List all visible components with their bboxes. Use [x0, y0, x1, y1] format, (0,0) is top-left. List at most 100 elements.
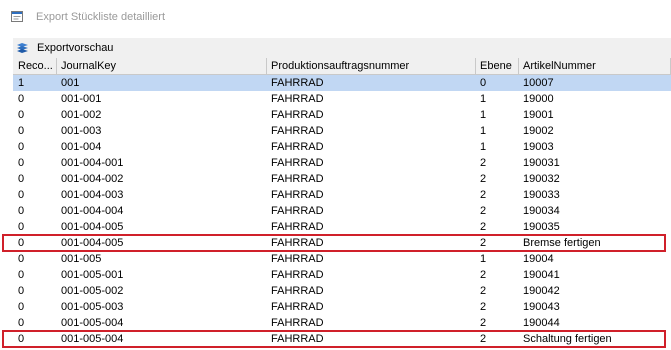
cell-artikelnummer[interactable]: 19001: [519, 107, 671, 123]
cell-artikelnummer[interactable]: 10007: [519, 75, 671, 91]
cell-auftrag[interactable]: FAHRRAD: [267, 123, 476, 139]
cell-reco[interactable]: 0: [13, 187, 57, 203]
table-row[interactable]: 0 001-005-004 FAHRRAD 2 190044: [13, 315, 671, 331]
cell-auftrag[interactable]: FAHRRAD: [267, 155, 476, 171]
cell-journalkey[interactable]: 001-004-001: [57, 155, 267, 171]
cell-ebene[interactable]: 2: [476, 155, 519, 171]
cell-ebene[interactable]: 2: [476, 219, 519, 235]
cell-ebene[interactable]: 1: [476, 251, 519, 267]
cell-journalkey[interactable]: 001-005-004: [57, 331, 267, 347]
table-row[interactable]: 0 001-004-001 FAHRRAD 2 190031: [13, 155, 671, 171]
table-row[interactable]: 0 001-004-002 FAHRRAD 2 190032: [13, 171, 671, 187]
cell-reco[interactable]: 0: [13, 251, 57, 267]
cell-artikelnummer[interactable]: 19000: [519, 91, 671, 107]
cell-ebene[interactable]: 2: [476, 203, 519, 219]
cell-artikelnummer[interactable]: Bremse fertigen: [519, 235, 671, 251]
cell-reco[interactable]: 0: [13, 315, 57, 331]
cell-reco[interactable]: 1: [13, 75, 57, 91]
cell-artikelnummer[interactable]: 19004: [519, 251, 671, 267]
cell-auftrag[interactable]: FAHRRAD: [267, 299, 476, 315]
cell-auftrag[interactable]: FAHRRAD: [267, 75, 476, 91]
table-row[interactable]: 0 001-003 FAHRRAD 1 19002: [13, 123, 671, 139]
cell-journalkey[interactable]: 001-001: [57, 91, 267, 107]
cell-auftrag[interactable]: FAHRRAD: [267, 171, 476, 187]
cell-auftrag[interactable]: FAHRRAD: [267, 251, 476, 267]
cell-journalkey[interactable]: 001-004-004: [57, 203, 267, 219]
cell-ebene[interactable]: 1: [476, 107, 519, 123]
cell-ebene[interactable]: 2: [476, 315, 519, 331]
cell-artikelnummer[interactable]: 190035: [519, 219, 671, 235]
cell-ebene[interactable]: 2: [476, 299, 519, 315]
cell-ebene[interactable]: 1: [476, 139, 519, 155]
table-row[interactable]: 0 001-004-005 FAHRRAD 2 190035: [13, 219, 671, 235]
column-header-artikelnummer[interactable]: ArtikelNummer: [519, 58, 671, 75]
table-row[interactable]: 0 001-005-001 FAHRRAD 2 190041: [13, 267, 671, 283]
data-grid[interactable]: Reco... JournalKey Produktionsauftragsnu…: [2, 58, 671, 348]
column-header-ebene[interactable]: Ebene: [476, 58, 519, 75]
cell-journalkey[interactable]: 001-004-003: [57, 187, 267, 203]
cell-artikelnummer[interactable]: 190032: [519, 171, 671, 187]
cell-artikelnummer[interactable]: 190031: [519, 155, 671, 171]
table-row[interactable]: 0 001-005-003 FAHRRAD 2 190043: [13, 299, 671, 315]
cell-artikelnummer[interactable]: 19002: [519, 123, 671, 139]
table-row[interactable]: 0 001-005-002 FAHRRAD 2 190042: [13, 283, 671, 299]
cell-reco[interactable]: 0: [13, 331, 57, 347]
cell-reco[interactable]: 0: [13, 299, 57, 315]
cell-journalkey[interactable]: 001-005-004: [57, 315, 267, 331]
cell-journalkey[interactable]: 001: [57, 75, 267, 91]
cell-auftrag[interactable]: FAHRRAD: [267, 139, 476, 155]
export-preview-icon[interactable]: [16, 42, 29, 54]
cell-artikelnummer[interactable]: Schaltung fertigen: [519, 331, 671, 347]
cell-artikelnummer[interactable]: 190044: [519, 315, 671, 331]
cell-reco[interactable]: 0: [13, 283, 57, 299]
table-row[interactable]: 0 001-005 FAHRRAD 1 19004: [13, 251, 671, 267]
cell-artikelnummer[interactable]: 190033: [519, 187, 671, 203]
cell-reco[interactable]: 0: [13, 139, 57, 155]
cell-ebene[interactable]: 1: [476, 123, 519, 139]
table-row[interactable]: 0 001-001 FAHRRAD 1 19000: [13, 91, 671, 107]
cell-reco[interactable]: 0: [13, 171, 57, 187]
cell-reco[interactable]: 0: [13, 203, 57, 219]
table-row[interactable]: 1 001 FAHRRAD 0 10007: [13, 75, 671, 91]
cell-auftrag[interactable]: FAHRRAD: [267, 283, 476, 299]
cell-journalkey[interactable]: 001-004-002: [57, 171, 267, 187]
cell-ebene[interactable]: 1: [476, 91, 519, 107]
cell-journalkey[interactable]: 001-005: [57, 251, 267, 267]
cell-artikelnummer[interactable]: 190041: [519, 267, 671, 283]
cell-auftrag[interactable]: FAHRRAD: [267, 91, 476, 107]
cell-artikelnummer[interactable]: 190042: [519, 283, 671, 299]
cell-journalkey[interactable]: 001-002: [57, 107, 267, 123]
cell-artikelnummer[interactable]: 190043: [519, 299, 671, 315]
cell-auftrag[interactable]: FAHRRAD: [267, 315, 476, 331]
cell-reco[interactable]: 0: [13, 267, 57, 283]
cell-ebene[interactable]: 2: [476, 331, 519, 347]
cell-auftrag[interactable]: FAHRRAD: [267, 331, 476, 347]
cell-ebene[interactable]: 2: [476, 187, 519, 203]
table-row[interactable]: 0 001-002 FAHRRAD 1 19001: [13, 107, 671, 123]
cell-auftrag[interactable]: FAHRRAD: [267, 107, 476, 123]
table-row[interactable]: 0 001-004-003 FAHRRAD 2 190033: [13, 187, 671, 203]
column-header-produktionsauftragsnummer[interactable]: Produktionsauftragsnummer: [267, 58, 476, 75]
cell-auftrag[interactable]: FAHRRAD: [267, 219, 476, 235]
cell-reco[interactable]: 0: [13, 235, 57, 251]
cell-auftrag[interactable]: FAHRRAD: [267, 235, 476, 251]
column-header-journalkey[interactable]: JournalKey: [57, 58, 267, 75]
cell-artikelnummer[interactable]: 190034: [519, 203, 671, 219]
cell-reco[interactable]: 0: [13, 155, 57, 171]
cell-ebene[interactable]: 2: [476, 267, 519, 283]
cell-journalkey[interactable]: 001-003: [57, 123, 267, 139]
cell-journalkey[interactable]: 001-004-005: [57, 219, 267, 235]
export-preview-button[interactable]: Exportvorschau: [37, 42, 113, 54]
cell-auftrag[interactable]: FAHRRAD: [267, 187, 476, 203]
column-header-reco[interactable]: Reco...: [13, 58, 57, 75]
cell-reco[interactable]: 0: [13, 107, 57, 123]
cell-journalkey[interactable]: 001-005-002: [57, 283, 267, 299]
table-row-highlighted[interactable]: 0 001-004-005 FAHRRAD 2 Bremse fertigen: [2, 234, 671, 252]
cell-ebene[interactable]: 0: [476, 75, 519, 91]
cell-reco[interactable]: 0: [13, 91, 57, 107]
cell-reco[interactable]: 0: [13, 219, 57, 235]
cell-auftrag[interactable]: FAHRRAD: [267, 203, 476, 219]
cell-journalkey[interactable]: 001-005-001: [57, 267, 267, 283]
cell-artikelnummer[interactable]: 19003: [519, 139, 671, 155]
cell-reco[interactable]: 0: [13, 123, 57, 139]
